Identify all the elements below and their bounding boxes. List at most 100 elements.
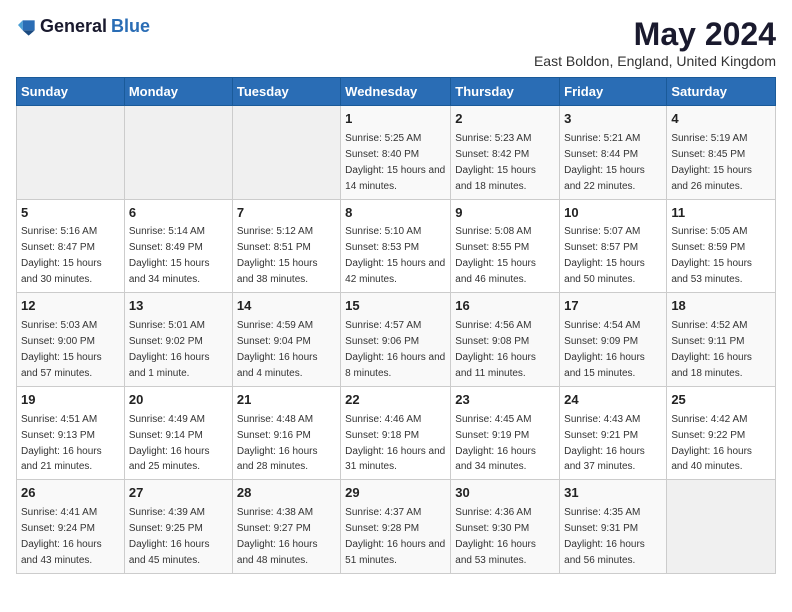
calendar-cell: 12Sunrise: 5:03 AM Sunset: 9:00 PM Dayli… [17, 293, 125, 387]
day-number: 27 [129, 484, 228, 503]
calendar-cell: 14 Sunrise: 4:59 AM Sunset: 9:04 PM Dayli… [232, 293, 340, 387]
day-number: 13 [129, 297, 228, 316]
calendar-cell: 10 Sunrise: 5:07 AM Sunset: 8:57 PM Dayli… [560, 199, 667, 293]
calendar-cell: 15Sunrise: 4:57 AM Sunset: 9:06 PM Dayli… [341, 293, 451, 387]
day-info: Sunrise: 4:59 AM Sunset: 9:04 PM Dayligh… [237, 320, 318, 379]
weekday-header-wednesday: Wednesday [341, 78, 451, 106]
day-info: Sunrise: 5:16 AM Sunset: 8:47 PM Dayligh… [21, 226, 102, 285]
weekday-header-friday: Friday [560, 78, 667, 106]
day-number: 14 [237, 297, 336, 316]
calendar-cell: 25 Sunrise: 4:42 AM Sunset: 9:22 PM Dayli… [667, 386, 776, 480]
calendar-cell: 21 Sunrise: 4:48 AM Sunset: 9:16 PM Dayli… [232, 386, 340, 480]
day-number: 16 [455, 297, 555, 316]
day-number: 30 [455, 484, 555, 503]
day-info: Sunrise: 5:21 AM Sunset: 8:44 PM Dayligh… [564, 133, 645, 192]
day-info: Sunrise: 4:49 AM Sunset: 9:14 PM Dayligh… [129, 414, 210, 473]
day-info: Sunrise: 5:05 AM Sunset: 8:59 PM Dayligh… [671, 226, 752, 285]
calendar-cell: 19 Sunrise: 4:51 AM Sunset: 9:13 PM Dayli… [17, 386, 125, 480]
day-info: Sunrise: 4:48 AM Sunset: 9:16 PM Dayligh… [237, 414, 318, 473]
day-info: Sunrise: 4:52 AM Sunset: 9:11 PM Dayligh… [671, 320, 752, 379]
calendar-cell: 26 Sunrise: 4:41 AM Sunset: 9:24 PM Dayli… [17, 480, 125, 574]
calendar-cell: 24 Sunrise: 4:43 AM Sunset: 9:21 PM Dayli… [560, 386, 667, 480]
day-number: 2 [455, 110, 555, 129]
calendar-cell: 1 Sunrise: 5:25 AM Sunset: 8:40 PM Daylig… [341, 106, 451, 200]
day-number: 20 [129, 391, 228, 410]
weekday-header-tuesday: Tuesday [232, 78, 340, 106]
calendar-cell: 23Sunrise: 4:45 AM Sunset: 9:19 PM Dayli… [451, 386, 560, 480]
calendar-cell: 31Sunrise: 4:35 AM Sunset: 9:31 PM Dayli… [560, 480, 667, 574]
calendar-cell: 16Sunrise: 4:56 AM Sunset: 9:08 PM Dayli… [451, 293, 560, 387]
location: East Boldon, England, United Kingdom [534, 53, 776, 69]
day-number: 31 [564, 484, 662, 503]
day-number: 28 [237, 484, 336, 503]
calendar-cell [124, 106, 232, 200]
logo-blue: Blue [111, 16, 150, 37]
day-number: 6 [129, 204, 228, 223]
day-info: Sunrise: 4:43 AM Sunset: 9:21 PM Dayligh… [564, 414, 645, 473]
month-title: May 2024 [534, 16, 776, 53]
logo-general: General [40, 16, 107, 37]
day-info: Sunrise: 5:08 AM Sunset: 8:55 PM Dayligh… [455, 226, 536, 285]
day-number: 21 [237, 391, 336, 410]
day-info: Sunrise: 5:12 AM Sunset: 8:51 PM Dayligh… [237, 226, 318, 285]
title-area: May 2024 East Boldon, England, United Ki… [534, 16, 776, 69]
day-number: 29 [345, 484, 446, 503]
day-number: 9 [455, 204, 555, 223]
day-number: 22 [345, 391, 446, 410]
logo-icon [16, 17, 36, 37]
day-info: Sunrise: 4:39 AM Sunset: 9:25 PM Dayligh… [129, 507, 210, 566]
day-info: Sunrise: 4:41 AM Sunset: 9:24 PM Dayligh… [21, 507, 102, 566]
day-info: Sunrise: 5:14 AM Sunset: 8:49 PM Dayligh… [129, 226, 210, 285]
day-number: 26 [21, 484, 120, 503]
calendar-week-row: 26 Sunrise: 4:41 AM Sunset: 9:24 PM Dayli… [17, 480, 776, 574]
day-info: Sunrise: 5:03 AM Sunset: 9:00 PM Dayligh… [21, 320, 102, 379]
day-info: Sunrise: 4:51 AM Sunset: 9:13 PM Dayligh… [21, 414, 102, 473]
day-info: Sunrise: 4:38 AM Sunset: 9:27 PM Dayligh… [237, 507, 318, 566]
day-number: 1 [345, 110, 446, 129]
calendar-cell: 7 Sunrise: 5:12 AM Sunset: 8:51 PM Daylig… [232, 199, 340, 293]
day-number: 19 [21, 391, 120, 410]
day-number: 7 [237, 204, 336, 223]
calendar-cell: 27 Sunrise: 4:39 AM Sunset: 9:25 PM Dayli… [124, 480, 232, 574]
calendar-cell: 2Sunrise: 5:23 AM Sunset: 8:42 PM Daylig… [451, 106, 560, 200]
calendar-cell: 20 Sunrise: 4:49 AM Sunset: 9:14 PM Dayli… [124, 386, 232, 480]
day-number: 15 [345, 297, 446, 316]
day-info: Sunrise: 5:25 AM Sunset: 8:40 PM Dayligh… [345, 133, 445, 192]
calendar-cell: 8 Sunrise: 5:10 AM Sunset: 8:53 PM Daylig… [341, 199, 451, 293]
day-info: Sunrise: 4:37 AM Sunset: 9:28 PM Dayligh… [345, 507, 445, 566]
day-info: Sunrise: 5:07 AM Sunset: 8:57 PM Dayligh… [564, 226, 645, 285]
calendar-cell: 11 Sunrise: 5:05 AM Sunset: 8:59 PM Dayli… [667, 199, 776, 293]
day-number: 25 [671, 391, 771, 410]
calendar-cell: 22 Sunrise: 4:46 AM Sunset: 9:18 PM Dayli… [341, 386, 451, 480]
day-number: 23 [455, 391, 555, 410]
day-info: Sunrise: 4:46 AM Sunset: 9:18 PM Dayligh… [345, 414, 445, 473]
day-number: 4 [671, 110, 771, 129]
calendar-cell: 28 Sunrise: 4:38 AM Sunset: 9:27 PM Dayli… [232, 480, 340, 574]
day-info: Sunrise: 5:01 AM Sunset: 9:02 PM Dayligh… [129, 320, 210, 379]
calendar-cell: 18 Sunrise: 4:52 AM Sunset: 9:11 PM Dayli… [667, 293, 776, 387]
day-number: 18 [671, 297, 771, 316]
day-info: Sunrise: 4:54 AM Sunset: 9:09 PM Dayligh… [564, 320, 645, 379]
day-number: 11 [671, 204, 771, 223]
day-number: 24 [564, 391, 662, 410]
day-number: 8 [345, 204, 446, 223]
calendar-week-row: 12Sunrise: 5:03 AM Sunset: 9:00 PM Dayli… [17, 293, 776, 387]
day-info: Sunrise: 4:42 AM Sunset: 9:22 PM Dayligh… [671, 414, 752, 473]
calendar-week-row: 1 Sunrise: 5:25 AM Sunset: 8:40 PM Daylig… [17, 106, 776, 200]
calendar-cell [232, 106, 340, 200]
calendar-body: 1 Sunrise: 5:25 AM Sunset: 8:40 PM Daylig… [17, 106, 776, 574]
calendar-week-row: 5 Sunrise: 5:16 AM Sunset: 8:47 PM Daylig… [17, 199, 776, 293]
header: GeneralBlue May 2024 East Boldon, Englan… [16, 16, 776, 69]
day-number: 5 [21, 204, 120, 223]
weekday-header-row: SundayMondayTuesdayWednesdayThursdayFrid… [17, 78, 776, 106]
calendar-cell: 4Sunrise: 5:19 AM Sunset: 8:45 PM Daylig… [667, 106, 776, 200]
day-number: 10 [564, 204, 662, 223]
weekday-header-saturday: Saturday [667, 78, 776, 106]
calendar-cell: 29 Sunrise: 4:37 AM Sunset: 9:28 PM Dayli… [341, 480, 451, 574]
day-number: 3 [564, 110, 662, 129]
calendar-cell: 9 Sunrise: 5:08 AM Sunset: 8:55 PM Daylig… [451, 199, 560, 293]
calendar-cell: 30Sunrise: 4:36 AM Sunset: 9:30 PM Dayli… [451, 480, 560, 574]
calendar-cell [667, 480, 776, 574]
calendar-cell [17, 106, 125, 200]
day-info: Sunrise: 5:10 AM Sunset: 8:53 PM Dayligh… [345, 226, 445, 285]
